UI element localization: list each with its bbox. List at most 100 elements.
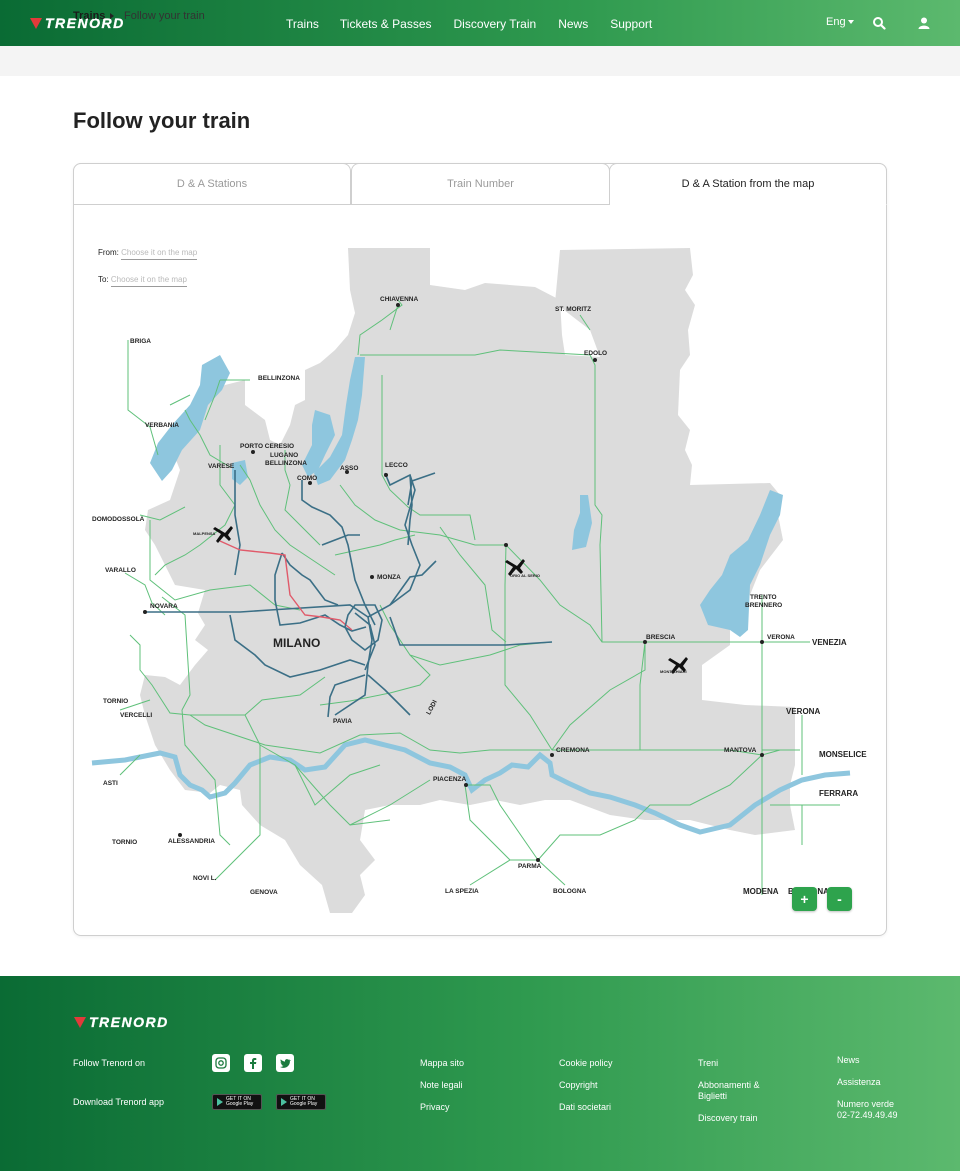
station-edolo: EDOLO (584, 350, 607, 357)
user-icon[interactable] (917, 16, 931, 30)
footer-logo-mark-icon (74, 1016, 86, 1028)
station-brescia: BRESCIA (646, 634, 676, 641)
footer-link-news[interactable]: News (837, 1055, 860, 1066)
station-novara: NOVARA (150, 603, 178, 610)
footer-link-privacy[interactable]: Privacy (420, 1102, 450, 1113)
instagram-glyph-icon (215, 1057, 227, 1069)
page-title: Follow your train (73, 108, 251, 133)
zoom-in-button[interactable]: + (792, 887, 817, 911)
footer-link-dati-societari[interactable]: Dati societari (559, 1102, 611, 1113)
footer-numero-verde: Numero verde 02-72.49.49.49 (837, 1099, 898, 1120)
google-play-label-2: GET IT ON Google Play (290, 1096, 318, 1107)
breadcrumb-trains[interactable]: Trains (73, 10, 105, 22)
footer-link-copyright[interactable]: Copyright (559, 1080, 598, 1091)
station-briga: BRIGA (130, 338, 151, 345)
nav-news[interactable]: News (558, 17, 588, 31)
footer-logo-text: TRENORD (89, 1014, 169, 1030)
zoom-out-button[interactable]: - (827, 887, 852, 911)
google-play-label: GET IT ON Google Play (226, 1096, 254, 1107)
station-mantova: MANTOVA (724, 747, 757, 754)
main-nav: Trains Tickets & Passes Discovery Train … (286, 17, 674, 31)
nav-support[interactable]: Support (610, 17, 652, 31)
caret-down-icon (847, 20, 854, 25)
station-ferrara: FERRARA (819, 789, 858, 798)
station-pavia: PAVIA (333, 718, 352, 725)
station-varallo: VARALLO (105, 567, 136, 574)
nav-discovery-train[interactable]: Discovery Train (454, 17, 537, 31)
station-verona-east: VERONA (767, 634, 795, 641)
footer-link-discovery-train[interactable]: Discovery train (698, 1113, 758, 1124)
station-la-spezia: LA SPEZIA (445, 888, 479, 895)
station-orio-al-serio: ORIO AL SERIO (510, 573, 540, 578)
station-bologna-west: BOLOGNA (553, 888, 587, 895)
footer-link-abbonamenti[interactable]: Abbonamenti & Biglietti (698, 1080, 768, 1102)
nav-tickets-passes[interactable]: Tickets & Passes (340, 17, 432, 31)
top-navigation-bar: TRENORD Trains Tickets & Passes Discover… (0, 0, 960, 46)
station-porto-ceresio: PORTO CERESIO (240, 443, 294, 450)
station-piacenza: PIACENZA (433, 776, 467, 783)
footer-link-cookie-policy[interactable]: Cookie policy (559, 1058, 613, 1069)
station-verbania: VERBANIA (145, 422, 179, 429)
instagram-icon[interactable] (212, 1054, 230, 1072)
tab-train-number[interactable]: Train Number (351, 163, 610, 205)
download-label: Download Trenord app (73, 1097, 165, 1107)
station-trento: TRENTO (750, 594, 777, 601)
breadcrumb-caret-icon (110, 13, 114, 19)
station-bellinzona-north: BELLINZONA (258, 375, 300, 382)
station-cremona: CREMONA (556, 747, 590, 754)
footer-link-note-legali[interactable]: Note legali (420, 1080, 463, 1091)
station-malpensa: MALPENSA (193, 531, 216, 536)
twitter-icon[interactable] (276, 1054, 294, 1072)
station-novi-l: NOVI L. (193, 875, 217, 882)
station-tornio-west: TORNIO (103, 698, 128, 705)
tab-station-from-map[interactable]: D & A Station from the map (609, 163, 887, 205)
tabs-divider (73, 204, 610, 205)
footer-link-mappa-sito[interactable]: Mappa sito (420, 1058, 464, 1069)
facebook-glyph-icon (250, 1058, 257, 1069)
station-vercelli: VERCELLI (120, 712, 152, 719)
station-parma: PARMA (518, 863, 542, 870)
google-play-badge[interactable]: GET IT ON Google Play (212, 1094, 262, 1110)
station-modena: MODENA (743, 887, 779, 896)
station-bellinzona: BELLINZONA (265, 460, 307, 467)
footer-logo[interactable]: TRENORD (74, 1014, 169, 1030)
station-monza: MONZA (377, 574, 401, 581)
footer (0, 976, 960, 1171)
region-lombardy-shape (140, 248, 795, 913)
station-st-moritz: ST. MORITZ (555, 306, 591, 313)
station-genova: GENOVA (250, 889, 278, 896)
station-chiavenna: CHIAVENNA (380, 296, 418, 303)
nav-trains[interactable]: Trains (286, 17, 319, 31)
station-asti: ASTI (103, 780, 118, 787)
railway-map[interactable]: CHIAVENNA ST. MORITZ EDOLO BRIGA BELLINZ… (90, 245, 870, 920)
follow-label: Follow Trenord on (73, 1058, 146, 1068)
station-monselice: MONSELICE (819, 750, 867, 759)
station-como: COMO (297, 475, 317, 482)
google-play-icon (217, 1098, 223, 1106)
breadcrumb-current: Follow your train (124, 10, 205, 22)
footer-link-assistenza[interactable]: Assistenza (837, 1077, 881, 1088)
google-play-badge-2[interactable]: GET IT ON Google Play (276, 1094, 326, 1110)
station-alessandria: ALESSANDRIA (168, 838, 215, 845)
station-tornio-south: TORNIO (112, 839, 137, 846)
facebook-icon[interactable] (244, 1054, 262, 1072)
station-verona-south: VERONA (786, 707, 820, 716)
logo-mark-icon (30, 17, 42, 29)
station-varese: VARESE (208, 463, 235, 470)
station-asso: ASSO (340, 465, 358, 472)
google-play-icon-2 (281, 1098, 287, 1106)
station-venezia: VENEZIA (812, 638, 847, 647)
twitter-glyph-icon (280, 1059, 291, 1068)
language-label: Eng (826, 16, 846, 28)
breadcrumb (0, 46, 960, 76)
station-milano: MILANO (273, 636, 320, 650)
station-lugano: LUGANO (270, 452, 298, 459)
tab-d-a-stations[interactable]: D & A Stations (73, 163, 351, 205)
language-selector[interactable]: Eng (826, 16, 854, 28)
station-lecco: LECCO (385, 462, 408, 469)
station-brennero: BRENNERO (745, 602, 782, 609)
search-icon[interactable] (872, 16, 886, 30)
station-domodossola: DOMODOSSOLA (92, 516, 145, 523)
station-montichiari: MONTICHIARI (660, 669, 687, 674)
footer-link-treni[interactable]: Treni (698, 1058, 718, 1069)
